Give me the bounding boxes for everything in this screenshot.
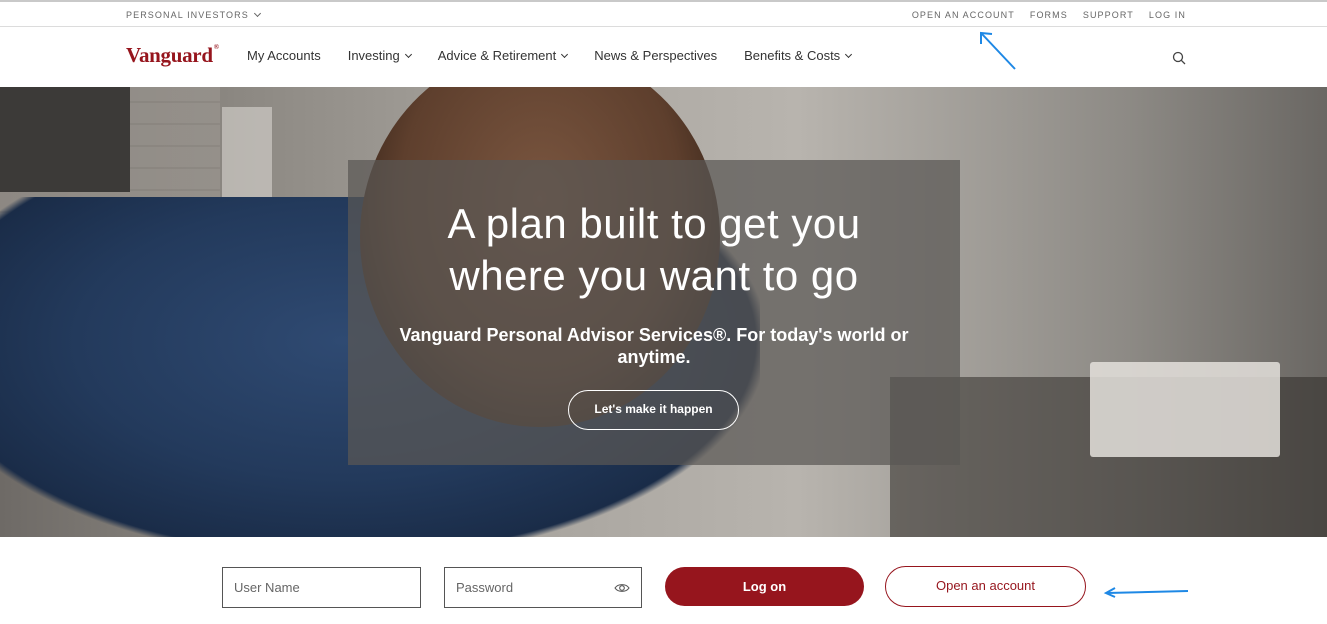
utility-link-open-account[interactable]: OPEN AN ACCOUNT (912, 10, 1015, 20)
utility-links: OPEN AN ACCOUNT FORMS SUPPORT LOG IN (912, 10, 1186, 20)
hero-headline-line: where you want to go (449, 252, 859, 299)
nav-item-label: Advice & Retirement (437, 48, 557, 63)
utility-link-log-in[interactable]: LOG IN (1149, 10, 1186, 20)
username-field[interactable] (222, 567, 421, 608)
chevron-down-icon (404, 50, 412, 58)
personal-investors-menu[interactable]: PERSONAL INVESTORS (126, 9, 261, 20)
hero-headline-line: A plan built to get you (447, 200, 861, 247)
search-icon[interactable] (1172, 51, 1186, 65)
open-account-button[interactable]: Open an account (885, 566, 1086, 607)
username-input[interactable] (234, 580, 420, 595)
nav-item-news-perspectives[interactable]: News & Perspectives (594, 48, 717, 63)
personal-investors-label: PERSONAL INVESTORS (126, 10, 249, 20)
login-bar: Log on Open an account (0, 537, 1327, 624)
nav-item-label: My Accounts (247, 48, 321, 63)
nav-item-label: Benefits & Costs (744, 48, 841, 63)
hero-panel: A plan built to get you where you want t… (348, 160, 960, 465)
hero-background-book (1090, 362, 1280, 457)
nav-item-benefits-costs[interactable]: Benefits & Costs (744, 48, 853, 63)
utility-bar: PERSONAL INVESTORS OPEN AN ACCOUNT FORMS… (0, 0, 1327, 27)
chevron-down-icon (561, 50, 569, 58)
logo-registered-mark: ® (213, 43, 219, 51)
log-on-button[interactable]: Log on (665, 567, 864, 606)
password-field[interactable] (444, 567, 642, 608)
nav-item-label: Investing (347, 48, 400, 63)
hero-background-frame (0, 87, 130, 192)
hero-cta-button[interactable]: Let's make it happen (568, 390, 739, 430)
chevron-down-icon (253, 9, 261, 18)
nav-item-advice-retirement[interactable]: Advice & Retirement (437, 48, 569, 63)
nav-item-label: News & Perspectives (594, 48, 718, 63)
nav-items: My Accounts Investing Advice & Retiremen… (247, 48, 853, 63)
hero-subhead: Vanguard Personal Advisor Services®. For… (399, 325, 909, 367)
hero-headline: A plan built to get you where you want t… (348, 198, 960, 302)
chevron-down-icon (845, 50, 853, 58)
utility-link-forms[interactable]: FORMS (1030, 10, 1068, 20)
hero-banner: A plan built to get you where you want t… (0, 87, 1327, 537)
utility-link-support[interactable]: SUPPORT (1083, 10, 1134, 20)
vanguard-logo[interactable]: Vanguard® (126, 43, 219, 68)
main-nav: Vanguard® My Accounts Investing Advice &… (0, 27, 1327, 87)
nav-item-investing[interactable]: Investing (347, 48, 412, 63)
logo-text: Vanguard (126, 43, 213, 67)
show-password-eye-icon[interactable] (614, 581, 630, 595)
nav-item-my-accounts[interactable]: My Accounts (247, 48, 321, 63)
